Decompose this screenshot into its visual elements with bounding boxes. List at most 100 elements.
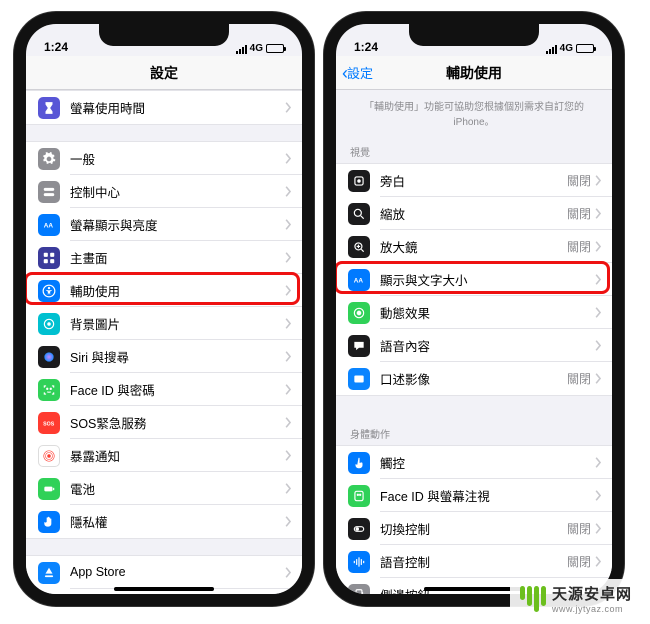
battery-icon bbox=[266, 44, 284, 53]
settings-group: 一般 控制中心 AA 螢幕顯示與亮度 主畫面 輔助使用 bbox=[26, 141, 302, 539]
signal-icon bbox=[546, 44, 557, 54]
row-label: 切換控制 bbox=[380, 519, 567, 538]
settings-row[interactable]: 切換控制 關閉 bbox=[336, 512, 612, 545]
row-label: 放大鏡 bbox=[380, 237, 567, 256]
chevron-right-icon bbox=[285, 186, 292, 197]
chevron-right-icon bbox=[285, 153, 292, 164]
row-label: 口述影像 bbox=[380, 369, 567, 388]
section-header: 身體動作 bbox=[336, 412, 612, 445]
voiceover-icon bbox=[348, 170, 370, 192]
notch bbox=[99, 24, 229, 46]
settings-row[interactable]: Face ID 與密碼 bbox=[26, 373, 302, 406]
row-label: Face ID 與螢幕注視 bbox=[380, 486, 595, 505]
row-label: 螢幕顯示與亮度 bbox=[70, 215, 285, 234]
settings-row[interactable]: 輔助使用 bbox=[26, 274, 302, 307]
row-label: 語音控制 bbox=[380, 552, 567, 571]
back-button[interactable]: ‹ 設定 bbox=[342, 63, 373, 82]
settings-row[interactable]: 一般 bbox=[26, 142, 302, 175]
settings-row[interactable]: 控制中心 bbox=[26, 175, 302, 208]
settings-row[interactable]: 暴露通知 bbox=[26, 439, 302, 472]
chevron-right-icon bbox=[285, 318, 292, 329]
watermark: 天源安卓网 www.jytyaz.com bbox=[510, 579, 642, 618]
settings-row[interactable]: 主畫面 bbox=[26, 241, 302, 274]
settings-group: 螢幕使用時間 bbox=[26, 90, 302, 125]
speech-icon bbox=[348, 335, 370, 357]
chevron-right-icon bbox=[595, 274, 602, 285]
watermark-title: 天源安卓网 bbox=[552, 583, 632, 604]
chevron-right-icon bbox=[285, 351, 292, 362]
touch-icon bbox=[348, 452, 370, 474]
chevron-right-icon bbox=[285, 516, 292, 527]
settings-row[interactable]: 螢幕使用時間 bbox=[26, 91, 302, 124]
chevron-right-icon bbox=[595, 556, 602, 567]
settings-row[interactable]: 語音控制 關閉 bbox=[336, 545, 612, 578]
settings-row[interactable]: 電池 bbox=[26, 472, 302, 505]
settings-row[interactable]: 背景圖片 bbox=[26, 307, 302, 340]
chevron-right-icon bbox=[595, 490, 602, 501]
row-label: 旁白 bbox=[380, 171, 567, 190]
settings-row[interactable]: 語音內容 bbox=[336, 329, 612, 362]
text-size-icon: AA bbox=[348, 269, 370, 291]
chevron-right-icon bbox=[595, 523, 602, 534]
chevron-right-icon bbox=[595, 241, 602, 252]
settings-row[interactable]: App Store bbox=[26, 556, 302, 589]
network-label: 4G bbox=[560, 43, 573, 54]
row-label: 主畫面 bbox=[70, 248, 285, 267]
chevron-right-icon bbox=[595, 457, 602, 468]
text-size-icon: AA bbox=[38, 214, 60, 236]
settings-row[interactable]: Face ID 與螢幕注視 bbox=[336, 479, 612, 512]
accessibility-list[interactable]: 「輔助使用」功能可協助您根據個別需求自訂您的 iPhone。視覺 旁白 關閉 縮… bbox=[336, 90, 612, 594]
settings-row[interactable]: 口述影像 關閉 bbox=[336, 362, 612, 395]
toggles-icon bbox=[38, 181, 60, 203]
switch-icon bbox=[348, 518, 370, 540]
network-label: 4G bbox=[250, 43, 263, 54]
row-value: 關閉 bbox=[567, 553, 591, 570]
home-indicator[interactable] bbox=[114, 587, 214, 591]
chevron-right-icon bbox=[285, 483, 292, 494]
appstore-icon bbox=[38, 562, 60, 584]
chevron-right-icon bbox=[285, 219, 292, 230]
row-value: 關閉 bbox=[567, 172, 591, 189]
row-label: 電池 bbox=[70, 479, 285, 498]
settings-row[interactable]: 縮放 關閉 bbox=[336, 197, 612, 230]
row-value: 關閉 bbox=[567, 205, 591, 222]
chevron-right-icon bbox=[285, 252, 292, 263]
siri-icon bbox=[38, 346, 60, 368]
chevron-right-icon bbox=[595, 208, 602, 219]
row-label: 動態效果 bbox=[380, 303, 595, 322]
row-value: 關閉 bbox=[567, 370, 591, 387]
settings-row[interactable]: 動態效果 bbox=[336, 296, 612, 329]
settings-row[interactable]: 隱私權 bbox=[26, 505, 302, 538]
phone-left: 1:24 4G 設定 螢幕使用時間 一般 bbox=[14, 12, 314, 606]
signal-icon bbox=[236, 44, 247, 54]
settings-row[interactable]: SOS SOS緊急服務 bbox=[26, 406, 302, 439]
chevron-right-icon bbox=[595, 175, 602, 186]
settings-group: 旁白 關閉 縮放 關閉 放大鏡 關閉 AA 顯示與文字大小 動態效果 bbox=[336, 163, 612, 396]
accessibility-icon bbox=[38, 280, 60, 302]
side-btn-icon bbox=[348, 584, 370, 595]
chevron-right-icon bbox=[285, 417, 292, 428]
chevron-right-icon bbox=[595, 373, 602, 384]
row-label: Face ID 與密碼 bbox=[70, 380, 285, 399]
settings-row[interactable]: 旁白 關閉 bbox=[336, 164, 612, 197]
chevron-right-icon bbox=[285, 384, 292, 395]
accessibility-screen: 1:24 4G ‹ 設定 輔助使用 「輔助使用」功能可協助您根據個別需求自訂您的… bbox=[336, 24, 612, 594]
chevron-right-icon bbox=[595, 307, 602, 318]
settings-row[interactable]: AA 螢幕顯示與亮度 bbox=[26, 208, 302, 241]
row-label: 輔助使用 bbox=[70, 281, 285, 300]
motion-icon bbox=[348, 302, 370, 324]
section-header: 視覺 bbox=[336, 136, 612, 163]
row-value: 關閉 bbox=[567, 238, 591, 255]
settings-group: 觸控 Face ID 與螢幕注視 切換控制 關閉 語音控制 關閉 側邊按鈕 bbox=[336, 445, 612, 594]
settings-list[interactable]: 螢幕使用時間 一般 控制中心 AA 螢幕顯示與亮度 主畫面 bbox=[26, 90, 302, 594]
phone-right: 1:24 4G ‹ 設定 輔助使用 「輔助使用」功能可協助您根據個別需求自訂您的… bbox=[324, 12, 624, 606]
gear-icon bbox=[38, 148, 60, 170]
row-label: 控制中心 bbox=[70, 182, 285, 201]
settings-row[interactable]: AA 顯示與文字大小 bbox=[336, 263, 612, 296]
svg-text:AA: AA bbox=[354, 277, 364, 284]
settings-row[interactable]: 放大鏡 關閉 bbox=[336, 230, 612, 263]
settings-row[interactable]: 觸控 bbox=[336, 446, 612, 479]
row-label: 隱私權 bbox=[70, 512, 285, 531]
row-label: 縮放 bbox=[380, 204, 567, 223]
settings-row[interactable]: Siri 與搜尋 bbox=[26, 340, 302, 373]
